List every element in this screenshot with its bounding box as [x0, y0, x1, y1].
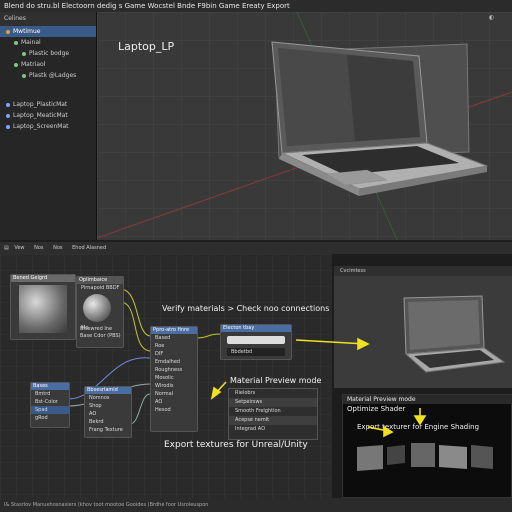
node-socket-row: AO: [89, 411, 97, 417]
texture-preview: [19, 285, 67, 333]
optimize-label: Optimize Shader: [347, 405, 406, 413]
laptop-preview: [403, 295, 506, 373]
preview-viewport[interactable]: [334, 276, 512, 388]
node-socket-row: Based: [155, 335, 171, 341]
input-node[interactable]: Bases Bmtrd Bst-Color Spad gRod: [30, 382, 70, 428]
outliner-item[interactable]: Plastk @Ladges: [0, 70, 96, 81]
outliner-item[interactable]: Matriaol: [0, 59, 96, 70]
shader-node[interactable]: Ppro-atro finre Based Roe DIF Emdalhed R…: [150, 326, 198, 432]
material-icon: [22, 51, 26, 56]
material-icon: [6, 113, 10, 118]
node-socket-list: Bisewred Ine Base Cdor (PBS): [80, 326, 121, 339]
menu-select[interactable]: Nos: [34, 245, 43, 251]
outliner-item[interactable]: Plastic bodge: [0, 48, 96, 59]
material-icon: [14, 62, 18, 67]
window-title: Blend do stru.bl Electoorn dedig s Game …: [4, 2, 290, 10]
node-socket-row: Emdalhed: [155, 359, 181, 365]
right-panel-header: Cvcimtess: [334, 266, 512, 276]
node-socket-row: Nomnos: [89, 395, 110, 401]
outliner-item[interactable]: Mwtimue: [0, 26, 96, 37]
node-socket-row: Frang Texture: [89, 427, 123, 433]
outliner-panel: Celines Mwtimue Mainal Plastic bodge Mat…: [0, 12, 97, 240]
node-socket-row: Bekrd: [89, 419, 104, 425]
material-preview-menu[interactable]: Rielobrs Setpeirsws Smooth Frelghtlon Ac…: [228, 388, 318, 440]
outliner-item[interactable]: Mainal: [0, 37, 96, 48]
export-label: Export texturer for Engine Shading: [357, 423, 480, 431]
menu-item[interactable]: Integrad AO: [229, 425, 317, 434]
annotation-verify: Verify materials > Check noo connections: [162, 304, 330, 313]
texture-cards: [357, 443, 493, 471]
outliner-header: Celines: [0, 12, 96, 26]
outliner-item[interactable]: Laptop_PlasticMat: [0, 99, 96, 110]
viewport-shading-icon[interactable]: ◐: [489, 14, 494, 21]
image-texture-node[interactable]: Bened Gelgrd: [10, 274, 76, 340]
material-output-node[interactable]: Electon tbay Bbdetbd: [220, 324, 292, 360]
node-title: Ppro-atro finre: [151, 327, 197, 334]
node-editor-header: ▤ Vew Nos Nos Ehod Alasned: [0, 242, 512, 254]
node-slider[interactable]: [227, 336, 285, 344]
node-socket-row: Roe: [155, 343, 165, 349]
object-label: Laptop_LP: [118, 40, 175, 53]
node-socket-row: Shop: [89, 403, 102, 409]
node-socket-row: DIF: [155, 351, 164, 357]
node-title: Electon tbay: [221, 325, 291, 332]
status-bar: l& Stasrlov Manuehosnasiers (khov toot m…: [0, 498, 512, 512]
node-title: Bases: [31, 383, 69, 390]
menu-object[interactable]: Ehod Alasned: [72, 245, 106, 251]
node-socket-row: Wlrodis: [155, 383, 174, 389]
annotation-material-preview: Material Preview mode: [230, 376, 322, 385]
node-socket-row: Bmtrd: [35, 391, 51, 397]
node-editor-icon: ▤: [4, 245, 9, 251]
material-icon: [14, 40, 18, 45]
material-icon: [6, 102, 10, 107]
menu-item[interactable]: Setpeirsws: [229, 398, 317, 407]
shader-preview-panel: Material Preview mode Optimize Shader Ex…: [342, 394, 512, 498]
window-title-bar: Blend do stru.bl Electoorn dedig s Game …: [0, 0, 512, 12]
menu-add[interactable]: Nos: [53, 245, 62, 251]
menu-item[interactable]: Rielobrs: [229, 389, 317, 398]
menu-view[interactable]: Vew: [14, 245, 24, 251]
bake-node[interactable]: Bbsesrlamld Nomnos Shop AO Bekrd Frang T…: [84, 386, 132, 438]
material-preview-sphere: [83, 294, 111, 322]
material-icon: [22, 73, 26, 78]
node-socket-row: AO: [155, 399, 163, 405]
node-socket-row: Normal: [155, 391, 174, 397]
menu-item[interactable]: Acepse nemlt: [229, 416, 317, 425]
node-socket-row: Hesod: [155, 407, 171, 413]
status-text: l& Stasrlov Manuehosnasiers (khov toot m…: [4, 502, 209, 508]
node-socket-row: Mosolic: [155, 375, 174, 381]
object-icon: [6, 29, 10, 34]
outliner-item[interactable]: Laptop_ScreenMat: [0, 121, 96, 132]
node-title: Bbsesrlamld: [85, 387, 131, 394]
node-socket-row: Spad: [31, 406, 69, 414]
material-icon: [6, 124, 10, 129]
node-title: Bened Gelgrd: [11, 275, 75, 282]
mode-label: Material Preview mode: [343, 395, 512, 404]
annotation-export: Export textures for Unreal/Unity: [164, 440, 308, 450]
node-socket-row: Bst-Color: [35, 399, 58, 405]
node-title: Oplimbaice: [77, 277, 123, 284]
node-socket-row: Pirnapoid BBDF: [81, 285, 120, 291]
outliner-item[interactable]: Laptop_MeaticMat: [0, 110, 96, 121]
menu-item[interactable]: Smooth Frelghtlon: [229, 407, 317, 416]
node-socket-row: Roughness: [155, 367, 183, 373]
node-field[interactable]: Bbdetbd: [227, 348, 285, 356]
node-socket-row: gRod: [35, 415, 48, 421]
